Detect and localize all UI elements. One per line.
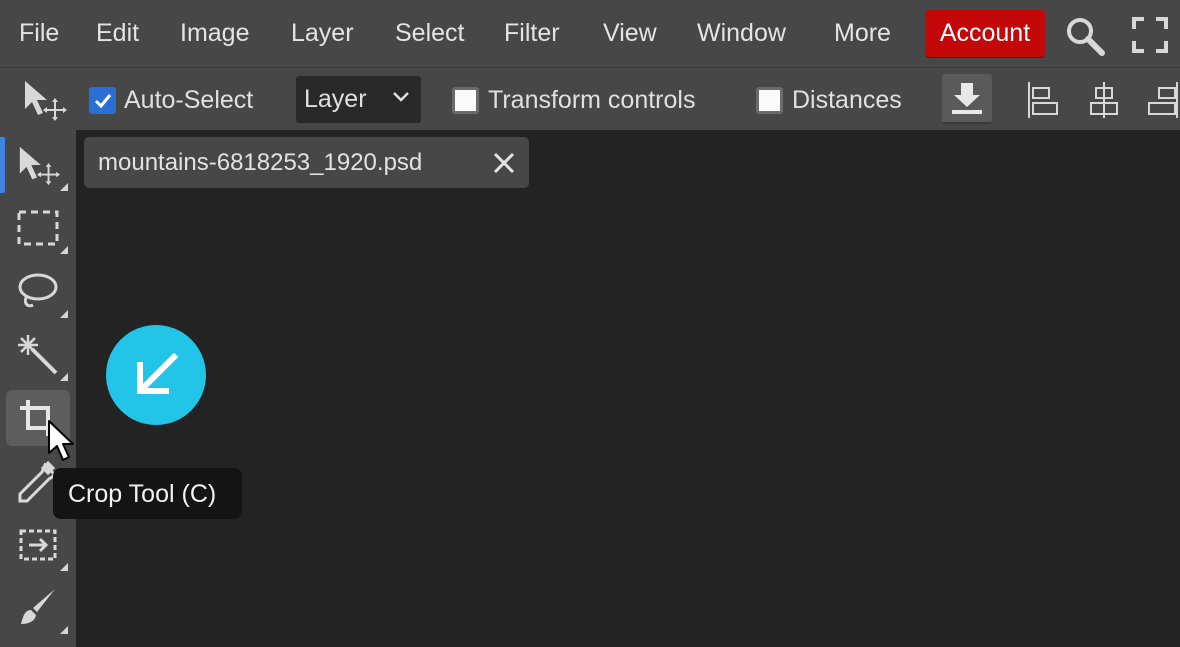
move-icon	[19, 146, 60, 186]
brush-icon	[21, 589, 55, 624]
menu-filter[interactable]: Filter	[504, 16, 560, 50]
tooltip-text: Crop Tool (C)	[68, 480, 217, 508]
menu-window[interactable]: Window	[697, 16, 786, 50]
distances-label: Distances	[792, 86, 902, 114]
chevron-down-icon	[393, 92, 409, 102]
tool-group-corner	[60, 246, 68, 254]
magic-wand-icon	[18, 335, 58, 375]
options-bar: Auto-Select Layer Transform controls Dis…	[0, 67, 1180, 130]
brush-tool[interactable]	[6, 580, 70, 636]
transform-controls-label: Transform controls	[488, 86, 696, 114]
lasso-tool[interactable]	[6, 264, 70, 320]
tool-group-corner	[60, 373, 68, 381]
menu-image[interactable]: Image	[180, 16, 249, 50]
download-icon	[952, 83, 982, 114]
align-right-icon[interactable]	[1144, 78, 1180, 122]
marquee-tool[interactable]	[6, 200, 70, 256]
menu-more[interactable]: More	[834, 16, 891, 50]
mouse-cursor-icon	[47, 419, 75, 468]
document-tab-name: mountains-6818253_1920.psd	[98, 149, 423, 176]
transform-tool[interactable]	[6, 517, 70, 573]
move-tool[interactable]	[0, 137, 70, 193]
menu-bar: File Edit Image Layer Select Filter View…	[0, 0, 1180, 67]
arrow-down-left-icon	[106, 325, 206, 425]
auto-select-checkbox[interactable]	[89, 87, 116, 114]
menu-edit[interactable]: Edit	[96, 16, 139, 50]
download-button[interactable]	[942, 74, 992, 124]
account-button[interactable]: Account	[925, 10, 1045, 57]
move-tool-options-icon	[20, 78, 68, 122]
canvas-area[interactable]	[76, 130, 1180, 647]
tool-group-corner	[60, 310, 68, 318]
transform-icon	[19, 529, 57, 561]
layer-select-dropdown[interactable]: Layer	[296, 76, 421, 123]
close-icon[interactable]	[491, 150, 517, 176]
layer-select-value: Layer	[304, 85, 367, 113]
auto-select-label: Auto-Select	[124, 86, 254, 114]
document-tab[interactable]: mountains-6818253_1920.psd	[84, 137, 529, 188]
tool-group-corner	[60, 563, 68, 571]
align-center-icon[interactable]	[1084, 78, 1124, 122]
tool-tooltip: Crop Tool (C)	[53, 468, 242, 519]
menu-layer[interactable]: Layer	[291, 16, 354, 50]
lasso-icon	[18, 273, 58, 308]
menu-view[interactable]: View	[603, 16, 657, 50]
magic-wand-tool[interactable]	[6, 327, 70, 383]
search-icon[interactable]	[1062, 13, 1108, 59]
distances-checkbox[interactable]	[756, 87, 783, 114]
menu-select[interactable]: Select	[395, 16, 464, 50]
marquee-icon	[17, 210, 59, 246]
tool-group-corner	[60, 626, 68, 634]
align-left-icon[interactable]	[1022, 78, 1062, 122]
transform-controls-checkbox[interactable]	[452, 87, 479, 114]
menu-file[interactable]: File	[19, 16, 59, 50]
fullscreen-icon[interactable]	[1128, 13, 1172, 57]
tool-group-corner	[60, 183, 68, 191]
